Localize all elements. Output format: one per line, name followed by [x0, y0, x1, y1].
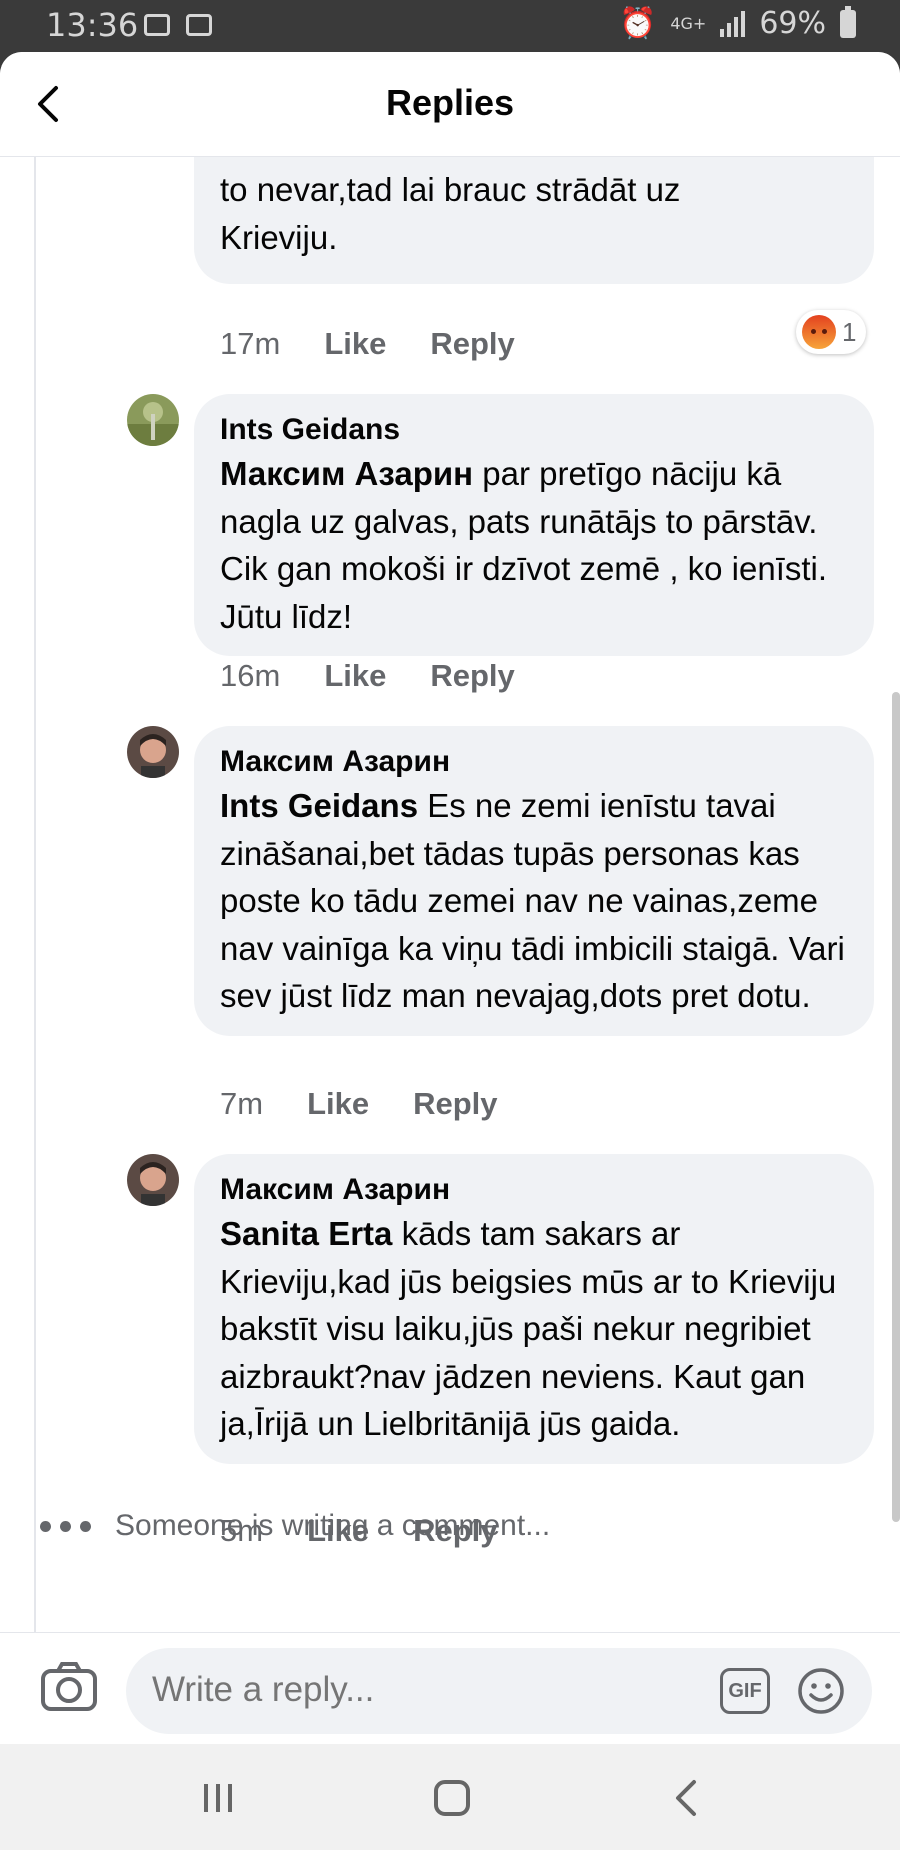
status-time: 13:36: [46, 6, 139, 44]
comment-time: 17m: [220, 326, 281, 361]
angry-reaction-icon: [802, 315, 836, 349]
comment-text: to nevar,tad lai brauc strādāt uz: [220, 171, 681, 208]
mention-link[interactable]: Sanita Erta: [220, 1215, 392, 1252]
system-nav-bar: [0, 1744, 900, 1850]
reply-button[interactable]: Reply: [430, 326, 514, 361]
mention-link[interactable]: Максим Азарин: [220, 455, 473, 492]
recent-apps-icon: [204, 1784, 232, 1812]
recent-apps-button[interactable]: [196, 1776, 240, 1820]
back-arrow-icon: [676, 1780, 696, 1816]
comment-actions: 7m Like Reply: [220, 1086, 542, 1122]
status-bar: 13:36 ⏰ 4G+ 69%: [0, 0, 900, 52]
reply-input[interactable]: [152, 1670, 592, 1710]
gif-label: GIF: [728, 1679, 762, 1702]
gif-button[interactable]: GIF: [720, 1668, 770, 1714]
home-icon: [434, 1780, 470, 1816]
comment-author[interactable]: Максим Азарин: [220, 742, 848, 782]
avatar[interactable]: [127, 1154, 179, 1206]
typing-dots-icon: [40, 1520, 91, 1532]
nav-back-button[interactable]: [666, 1776, 710, 1820]
avatar-image: [127, 726, 179, 778]
like-button[interactable]: Like: [324, 326, 386, 361]
like-button[interactable]: Like: [324, 658, 386, 693]
comment-thread[interactable]: to nevar,tad lai brauc strādāt uz Krievi…: [0, 156, 900, 1676]
wifi-calling-icon: [186, 14, 212, 36]
avatar-image: [127, 1154, 179, 1206]
comment-time: 16m: [220, 658, 281, 693]
comment-body: Sanita Erta kāds tam sakars ar Krieviju,…: [220, 1210, 848, 1448]
home-button[interactable]: [430, 1776, 474, 1820]
reply-field-wrapper: GIF: [126, 1648, 872, 1734]
comment-author[interactable]: Максим Азарин: [220, 1170, 848, 1210]
network-type: 4G+: [670, 13, 707, 33]
comment-author[interactable]: Ints Geidans: [220, 410, 848, 450]
emoji-button[interactable]: [796, 1666, 846, 1716]
comment-body: Максим Азарин par pretīgo nāciju kā nagl…: [220, 450, 848, 640]
typing-indicator: Someone is writing a comment...: [40, 1509, 550, 1543]
camera-button[interactable]: [40, 1661, 98, 1713]
comment-bubble: to nevar,tad lai brauc strādāt uz Krievi…: [194, 156, 874, 284]
avatar[interactable]: [127, 726, 179, 778]
reply-button[interactable]: Reply: [430, 658, 514, 693]
reaction-count: 1: [842, 316, 857, 347]
replies-sheet: Replies to nevar,tad lai brauc strādāt u…: [0, 52, 900, 1744]
typing-text: Someone is writing a comment...: [115, 1509, 551, 1542]
gallery-icon: [144, 14, 170, 36]
thread-line: [34, 156, 36, 1676]
reply-composer: GIF: [0, 1632, 900, 1744]
smiley-icon: [798, 1668, 844, 1714]
scrollbar[interactable]: [892, 692, 900, 1522]
avatar-image: [127, 394, 179, 446]
comment-bubble: Максим Азарин Ints Geidans Es ne zemi ie…: [194, 726, 874, 1036]
comment-actions: 17m Like Reply: [220, 326, 559, 362]
comment-bubble: Максим Азарин Sanita Erta kāds tam sakar…: [194, 1154, 874, 1464]
reply-button[interactable]: Reply: [413, 1086, 497, 1121]
avatar[interactable]: [127, 394, 179, 446]
signal-icon: [720, 10, 746, 37]
alarm-icon: ⏰: [618, 6, 657, 41]
like-button[interactable]: Like: [307, 1086, 369, 1121]
battery-percent: 69%: [759, 6, 826, 41]
comment-body: Ints Geidans Es ne zemi ienīstu tavai zi…: [220, 782, 848, 1020]
comment-actions: 16m Like Reply: [220, 658, 559, 694]
page-title: Replies: [385, 82, 515, 123]
battery-icon: [840, 5, 856, 38]
reaction-badge[interactable]: 1: [796, 310, 867, 354]
camera-icon: [41, 1662, 97, 1711]
comment-bubble: Ints Geidans Максим Азарин par pretīgo n…: [194, 394, 874, 656]
mention-link[interactable]: Ints Geidans: [220, 787, 418, 824]
header: Replies: [0, 52, 900, 157]
comment-text: Krieviju.: [220, 218, 338, 256]
comment-time: 7m: [220, 1086, 264, 1121]
